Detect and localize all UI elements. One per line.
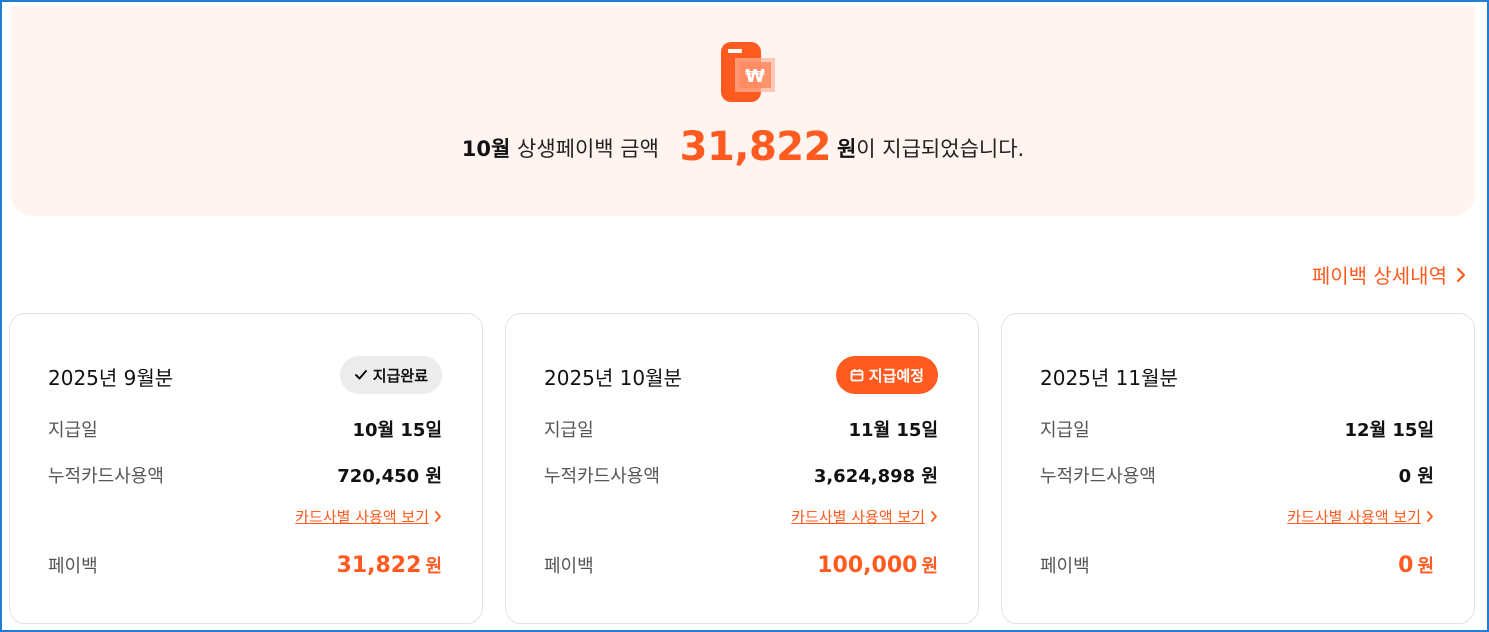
pay-date-row: 지급일 10월 15일 — [48, 416, 442, 442]
headline-month: 10월 — [461, 137, 511, 161]
payback-value: 100,000 원 — [817, 552, 938, 578]
payback-label: 페이백 — [48, 556, 98, 577]
headline-unit: 원 — [836, 137, 857, 161]
check-icon — [354, 370, 367, 380]
svg-text:₩: ₩ — [745, 66, 765, 87]
headline-suffix: 이 지급되었습니다. — [856, 137, 1025, 161]
status-badge: 지급예정 — [835, 356, 938, 394]
pay-date-value: 12월 15일 — [1344, 420, 1434, 441]
usage-label: 누적카드사용액 — [48, 466, 164, 487]
payback-summary-banner: ₩ 10월 상생페이백 금액 31,822 원이 지급되었습니다. — [11, 6, 1475, 216]
card-link-row: 카드사별 사용액 보기 — [544, 506, 938, 527]
calendar-icon — [850, 369, 864, 382]
payback-detail-link[interactable]: 페이백 상세내역 — [1312, 260, 1467, 289]
pay-date-value: 11월 15일 — [848, 420, 938, 441]
pay-date-value: 10월 15일 — [352, 420, 442, 441]
chevron-right-icon — [1427, 511, 1433, 522]
payback-page: ₩ 10월 상생페이백 금액 31,822 원이 지급되었습니다. 페이백 상세내… — [0, 0, 1489, 632]
payback-value: 0원 — [1398, 552, 1434, 578]
payback-unit: 원 — [921, 556, 938, 577]
pay-date-label: 지급일 — [544, 420, 594, 441]
payback-row: 페이백 0원 — [1040, 552, 1434, 578]
card-link-row: 카드사별 사용액 보기 — [48, 506, 442, 527]
payback-unit: 원 — [1417, 556, 1434, 577]
card-usage-link[interactable]: 카드사별 사용액 보기 — [1287, 506, 1434, 527]
status-badge: 지급완료 — [339, 356, 442, 394]
payback-won-icon: ₩ — [721, 42, 775, 102]
month-card: 2025년 11월분 지급일 12월 15일 누적카드사용액 0 원 카드사별 … — [1001, 313, 1475, 624]
payback-row: 페이백 100,000 원 — [544, 552, 938, 578]
card-usage-link-label: 카드사별 사용액 보기 — [1287, 508, 1421, 526]
card-usage-link[interactable]: 카드사별 사용액 보기 — [295, 506, 442, 527]
card-title: 2025년 10월분 — [544, 366, 682, 390]
card-usage-link[interactable]: 카드사별 사용액 보기 — [791, 506, 938, 527]
payback-amount: 100,000 — [817, 553, 918, 578]
usage-label: 누적카드사용액 — [544, 466, 660, 487]
chevron-right-icon — [931, 511, 937, 522]
payback-value: 31,822 원 — [337, 552, 442, 578]
pay-date-label: 지급일 — [1040, 420, 1090, 441]
card-title: 2025년 9월분 — [48, 366, 174, 390]
headline-text: 상생페이백 금액 — [517, 137, 659, 161]
pay-date-label: 지급일 — [48, 420, 98, 441]
usage-row: 누적카드사용액 0 원 — [1040, 462, 1434, 488]
month-card: 2025년 10월분 지급예정 지급일 11월 15일 누적카드사용액 3,62… — [505, 313, 979, 624]
payback-amount: 0 — [1398, 553, 1414, 578]
card-link-row: 카드사별 사용액 보기 — [1040, 506, 1434, 527]
chevron-right-icon — [1456, 267, 1466, 282]
payback-label: 페이백 — [1040, 556, 1090, 577]
payback-amount: 31,822 — [336, 553, 422, 578]
usage-row: 누적카드사용액 720,450 원 — [48, 462, 442, 488]
headline-amount: 31,822 — [679, 124, 832, 170]
chevron-right-icon — [435, 511, 441, 522]
card-usage-link-label: 카드사별 사용액 보기 — [295, 508, 429, 526]
usage-value: 3,624,898 원 — [813, 466, 938, 487]
usage-value: 720,450 원 — [337, 466, 442, 487]
usage-label: 누적카드사용액 — [1040, 466, 1156, 487]
payback-label: 페이백 — [544, 556, 594, 577]
status-badge-label: 지급예정 — [868, 366, 924, 385]
usage-row: 누적카드사용액 3,624,898 원 — [544, 462, 938, 488]
usage-value: 0 원 — [1398, 466, 1434, 487]
month-card: 2025년 9월분 지급완료 지급일 10월 15일 누적카드사용액 720,4… — [9, 313, 483, 624]
payback-detail-label: 페이백 상세내역 — [1311, 264, 1447, 288]
payback-headline: 10월 상생페이백 금액 31,822 원이 지급되었습니다. — [11, 124, 1475, 170]
status-badge-label: 지급완료 — [372, 366, 428, 385]
payback-row: 페이백 31,822 원 — [48, 552, 442, 578]
pay-date-row: 지급일 11월 15일 — [544, 416, 938, 442]
card-usage-link-label: 카드사별 사용액 보기 — [791, 508, 925, 526]
card-title: 2025년 11월분 — [1040, 366, 1178, 390]
payback-unit: 원 — [425, 556, 442, 577]
pay-date-row: 지급일 12월 15일 — [1040, 416, 1434, 442]
